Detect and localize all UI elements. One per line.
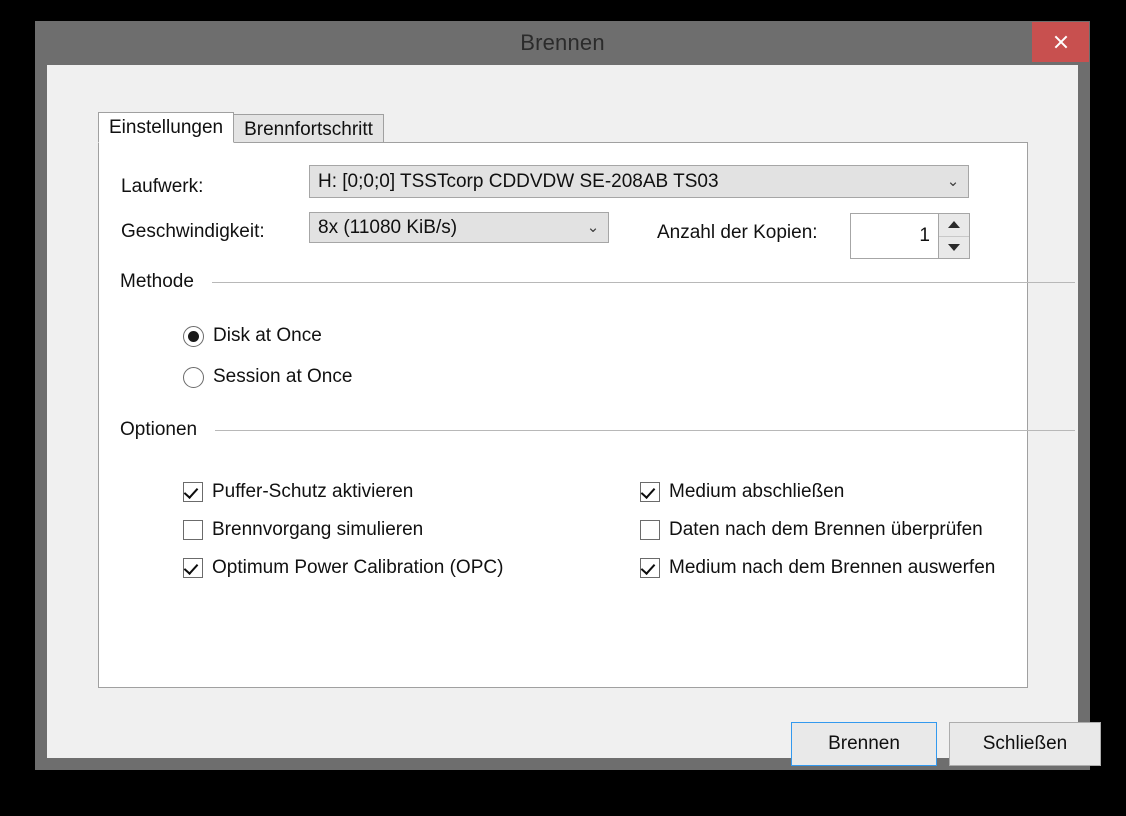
checkbox-medium-auswerfen[interactable]: Medium nach dem Brennen auswerfen bbox=[640, 557, 995, 579]
close-icon bbox=[1053, 34, 1069, 50]
options-group-header: Optionen bbox=[120, 419, 1075, 441]
method-group-header: Methode bbox=[120, 271, 1075, 293]
checkbox-puffer-schutz[interactable]: Puffer-Schutz aktivieren bbox=[183, 481, 413, 503]
radio-disk-at-once-indicator bbox=[183, 325, 204, 347]
checkbox-daten-ueberpruefen-label: Daten nach dem Brennen überprüfen bbox=[669, 519, 983, 540]
radio-session-at-once-label: Session at Once bbox=[213, 366, 353, 387]
checkbox-medium-abschliessen-label: Medium abschließen bbox=[669, 481, 845, 502]
checkbox-opc[interactable]: Optimum Power Calibration (OPC) bbox=[183, 557, 503, 579]
checkbox-puffer-schutz-indicator bbox=[183, 482, 203, 502]
chevron-down-icon: ⌄ bbox=[946, 173, 960, 190]
checkbox-medium-auswerfen-indicator bbox=[640, 558, 660, 578]
close-button[interactable] bbox=[1032, 22, 1089, 62]
options-group-label: Optionen bbox=[120, 419, 198, 440]
arrow-up-icon bbox=[948, 221, 960, 229]
tab-brennfortschritt-label: Brennfortschritt bbox=[244, 119, 373, 140]
radio-disk-at-once[interactable]: Disk at Once bbox=[183, 325, 322, 347]
copies-increment-button[interactable] bbox=[939, 214, 969, 236]
window-title: Brennen bbox=[520, 30, 605, 55]
radio-session-at-once-indicator bbox=[183, 366, 204, 388]
tab-einstellungen[interactable]: Einstellungen bbox=[98, 112, 235, 143]
checkbox-brennvorgang-simulieren[interactable]: Brennvorgang simulieren bbox=[183, 519, 423, 541]
copies-spin-buttons bbox=[938, 214, 969, 258]
burn-button[interactable]: Brennen bbox=[791, 722, 937, 766]
tab-strip: Einstellungen Brennfortschritt bbox=[98, 112, 384, 143]
screen: Brennen Einstellungen Brennfortschritt L… bbox=[0, 0, 1126, 816]
copies-label: Anzahl der Kopien: bbox=[657, 222, 818, 243]
options-divider bbox=[215, 429, 1075, 431]
chevron-down-icon: ⌄ bbox=[586, 219, 600, 236]
checkbox-puffer-schutz-label: Puffer-Schutz aktivieren bbox=[212, 481, 414, 502]
speed-select[interactable]: 8x (11080 KiB/s) ⌄ bbox=[309, 212, 609, 243]
dialog-window: Brennen Einstellungen Brennfortschritt L… bbox=[35, 21, 1101, 770]
checkbox-daten-ueberpruefen-indicator bbox=[640, 520, 660, 540]
tab-einstellungen-label: Einstellungen bbox=[109, 117, 224, 138]
tab-brennfortschritt[interactable]: Brennfortschritt bbox=[233, 114, 384, 143]
checkbox-medium-abschliessen[interactable]: Medium abschließen bbox=[640, 481, 844, 503]
drive-select-value: H: [0;0;0] TSSTcorp CDDVDW SE-208AB TS03 bbox=[318, 170, 719, 192]
close-dialog-button[interactable]: Schließen bbox=[949, 722, 1101, 766]
speed-select-value: 8x (11080 KiB/s) bbox=[318, 216, 458, 238]
drive-select[interactable]: H: [0;0;0] TSSTcorp CDDVDW SE-208AB TS03… bbox=[309, 165, 969, 198]
tab-panel-einstellungen: Laufwerk: H: [0;0;0] TSSTcorp CDDVDW SE-… bbox=[98, 142, 1075, 688]
checkbox-brennvorgang-simulieren-label: Brennvorgang simulieren bbox=[212, 519, 424, 540]
checkbox-opc-indicator bbox=[183, 558, 203, 578]
copies-input[interactable]: 1 bbox=[851, 214, 938, 258]
radio-session-at-once[interactable]: Session at Once bbox=[183, 366, 352, 388]
dialog-body: Einstellungen Brennfortschritt Laufwerk:… bbox=[47, 65, 1101, 766]
checkbox-daten-ueberpruefen[interactable]: Daten nach dem Brennen überprüfen bbox=[640, 519, 983, 541]
arrow-down-icon bbox=[948, 243, 960, 251]
checkbox-medium-abschliessen-indicator bbox=[640, 482, 660, 502]
copies-decrement-button[interactable] bbox=[939, 235, 969, 258]
speed-label: Geschwindigkeit: bbox=[121, 221, 265, 242]
checkbox-brennvorgang-simulieren-indicator bbox=[183, 520, 203, 540]
title-bar: Brennen bbox=[35, 21, 1090, 65]
method-group-label: Methode bbox=[120, 271, 194, 292]
drive-label: Laufwerk: bbox=[121, 176, 204, 197]
checkbox-medium-auswerfen-label: Medium nach dem Brennen auswerfen bbox=[669, 557, 996, 578]
copies-stepper[interactable]: 1 bbox=[850, 213, 970, 259]
radio-disk-at-once-label: Disk at Once bbox=[213, 325, 322, 346]
checkbox-opc-label: Optimum Power Calibration (OPC) bbox=[212, 557, 504, 578]
method-divider bbox=[211, 281, 1075, 283]
